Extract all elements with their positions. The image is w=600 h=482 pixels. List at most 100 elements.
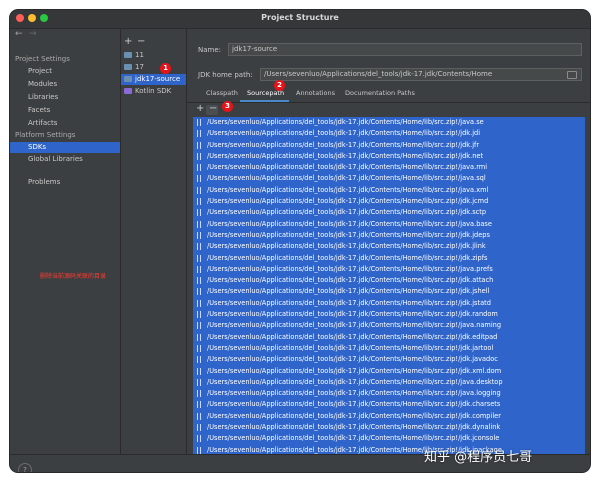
sdk-item-label: Kotlin SDK xyxy=(135,87,172,95)
sourcepath-entry: /Users/sevenluo/Applications/del_tools/j… xyxy=(207,208,487,217)
archive-root-icon xyxy=(197,446,201,454)
sourcepath-row[interactable]: /Users/sevenluo/Applications/del_tools/j… xyxy=(193,433,585,444)
sourcepath-row[interactable]: /Users/sevenluo/Applications/del_tools/j… xyxy=(193,366,585,377)
sourcepath-row[interactable]: /Users/sevenluo/Applications/del_tools/j… xyxy=(193,185,585,196)
sdk-item-kotlin-sdk[interactable]: Kotlin SDK xyxy=(121,86,186,97)
archive-root-icon xyxy=(197,435,201,443)
sdk-item-17[interactable]: 17 xyxy=(121,62,186,73)
sourcepath-entry: /Users/sevenluo/Applications/del_tools/j… xyxy=(207,253,488,262)
tab-annotations[interactable]: Annotations xyxy=(296,89,335,97)
sourcepath-entry: /Users/sevenluo/Applications/del_tools/j… xyxy=(207,287,490,296)
sourcepath-entry: /Users/sevenluo/Applications/del_tools/j… xyxy=(207,310,498,319)
sourcepath-row[interactable]: /Users/sevenluo/Applications/del_tools/j… xyxy=(193,275,585,286)
step-badge-3: 3 xyxy=(222,101,233,112)
sourcepath-row[interactable]: /Users/sevenluo/Applications/del_tools/j… xyxy=(193,128,585,139)
sourcepath-row[interactable]: /Users/sevenluo/Applications/del_tools/j… xyxy=(193,230,585,241)
sourcepath-row[interactable]: /Users/sevenluo/Applications/del_tools/j… xyxy=(193,422,585,433)
annotation-text: 删除当前源码关联的目录 xyxy=(40,273,107,280)
sidebar-item-global-libraries[interactable]: Global Libraries xyxy=(10,154,120,165)
archive-root-icon xyxy=(197,424,201,432)
sourcepath-row[interactable]: /Users/sevenluo/Applications/del_tools/j… xyxy=(193,162,585,173)
sourcepath-entry: /Users/sevenluo/Applications/del_tools/j… xyxy=(207,389,501,398)
sdk-list-panel: + − 11 17 jdk17-source Kotlin SDK 1 xyxy=(121,29,186,454)
sourcepath-row[interactable]: /Users/sevenluo/Applications/del_tools/j… xyxy=(193,298,585,309)
tab-bar-divider xyxy=(187,102,590,103)
archive-root-icon xyxy=(197,198,201,206)
archive-root-icon xyxy=(197,231,201,239)
kotlin-icon xyxy=(124,88,132,94)
sourcepath-entry: /Users/sevenluo/Applications/del_tools/j… xyxy=(207,264,493,273)
sourcepath-row[interactable]: /Users/sevenluo/Applications/del_tools/j… xyxy=(193,196,585,207)
sourcepath-row[interactable]: /Users/sevenluo/Applications/del_tools/j… xyxy=(193,377,585,388)
archive-root-icon xyxy=(197,344,201,352)
sourcepath-entry: /Users/sevenluo/Applications/del_tools/j… xyxy=(207,366,502,375)
sidebar-item-problems[interactable]: Problems xyxy=(10,177,120,188)
sdk-folder-icon xyxy=(124,64,132,70)
sourcepath-row[interactable]: /Users/sevenluo/Applications/del_tools/j… xyxy=(193,173,585,184)
project-settings-header: Project Settings xyxy=(15,55,70,63)
archive-root-icon xyxy=(197,356,201,364)
archive-root-icon xyxy=(197,378,201,386)
sourcepath-row[interactable]: /Users/sevenluo/Applications/del_tools/j… xyxy=(193,320,585,331)
browse-folder-icon[interactable] xyxy=(567,71,577,79)
sourcepath-entry: /Users/sevenluo/Applications/del_tools/j… xyxy=(207,423,501,432)
sourcepath-row[interactable]: /Users/sevenluo/Applications/del_tools/j… xyxy=(193,117,585,128)
add-path-button[interactable]: + xyxy=(196,103,204,114)
sidebar-item-facets[interactable]: Facets xyxy=(10,105,120,116)
sidebar-item-project[interactable]: Project xyxy=(10,66,120,77)
archive-root-icon xyxy=(197,119,201,126)
jdk-home-path-label: JDK home path: xyxy=(198,71,253,79)
title-bar: Project Structure xyxy=(10,10,590,29)
sdk-item-jdk17-source[interactable]: jdk17-source xyxy=(121,74,186,85)
sourcepath-row[interactable]: /Users/sevenluo/Applications/del_tools/j… xyxy=(193,411,585,422)
name-label: Name: xyxy=(198,46,222,54)
sourcepath-row[interactable]: /Users/sevenluo/Applications/del_tools/j… xyxy=(193,388,585,399)
sidebar-item-artifacts[interactable]: Artifacts xyxy=(10,118,120,129)
archive-root-icon xyxy=(197,220,201,228)
sourcepath-list[interactable]: /Users/sevenluo/Applications/del_tools/j… xyxy=(193,117,585,454)
sourcepath-row[interactable]: /Users/sevenluo/Applications/del_tools/j… xyxy=(193,309,585,320)
sourcepath-row[interactable]: /Users/sevenluo/Applications/del_tools/j… xyxy=(193,343,585,354)
jdk-home-path-value: /Users/sevenluo/Applications/del_tools/j… xyxy=(264,70,493,78)
sourcepath-entry: /Users/sevenluo/Applications/del_tools/j… xyxy=(207,242,486,251)
sourcepath-entry: /Users/sevenluo/Applications/del_tools/j… xyxy=(207,151,484,160)
remove-sdk-button[interactable]: − xyxy=(137,36,145,47)
sourcepath-row[interactable]: /Users/sevenluo/Applications/del_tools/j… xyxy=(193,332,585,343)
archive-root-icon xyxy=(197,277,201,285)
archive-root-icon xyxy=(197,390,201,398)
sidebar-item-modules[interactable]: Modules xyxy=(10,79,120,90)
tab-classpath[interactable]: Classpath xyxy=(206,89,238,97)
sdk-item-label: 17 xyxy=(135,63,144,71)
sourcepath-row[interactable]: /Users/sevenluo/Applications/del_tools/j… xyxy=(193,354,585,365)
jdk-home-path-field[interactable]: /Users/sevenluo/Applications/del_tools/j… xyxy=(260,68,582,81)
sourcepath-row[interactable]: /Users/sevenluo/Applications/del_tools/j… xyxy=(193,207,585,218)
sdk-folder-icon xyxy=(124,52,132,58)
remove-path-button[interactable]: − xyxy=(209,103,217,114)
add-sdk-button[interactable]: + xyxy=(124,36,132,47)
sourcepath-row[interactable]: /Users/sevenluo/Applications/del_tools/j… xyxy=(193,286,585,297)
sourcepath-entry: /Users/sevenluo/Applications/del_tools/j… xyxy=(207,343,494,352)
sidebar-item-libraries[interactable]: Libraries xyxy=(10,92,120,103)
back-arrow-icon[interactable]: ← xyxy=(15,29,23,39)
sourcepath-row[interactable]: /Users/sevenluo/Applications/del_tools/j… xyxy=(193,264,585,275)
sdk-item-11[interactable]: 11 xyxy=(121,50,186,61)
archive-root-icon xyxy=(197,367,201,375)
name-field[interactable]: jdk17-source xyxy=(228,43,582,56)
archive-root-icon xyxy=(197,141,201,149)
sourcepath-row[interactable]: /Users/sevenluo/Applications/del_tools/j… xyxy=(193,399,585,410)
watermark: 知乎 @程序员七哥 xyxy=(424,450,533,465)
sourcepath-entry: /Users/sevenluo/Applications/del_tools/j… xyxy=(207,332,498,341)
sourcepath-row[interactable]: /Users/sevenluo/Applications/del_tools/j… xyxy=(193,140,585,151)
archive-root-icon xyxy=(197,130,201,138)
archive-root-icon xyxy=(197,401,201,409)
archive-root-icon xyxy=(197,322,201,330)
sourcepath-row[interactable]: /Users/sevenluo/Applications/del_tools/j… xyxy=(193,151,585,162)
help-button[interactable]: ? xyxy=(18,463,32,472)
archive-root-icon xyxy=(197,288,201,296)
sourcepath-row[interactable]: /Users/sevenluo/Applications/del_tools/j… xyxy=(193,219,585,230)
sidebar-item-sdks[interactable]: SDKs xyxy=(10,142,120,153)
sourcepath-row[interactable]: /Users/sevenluo/Applications/del_tools/j… xyxy=(193,241,585,252)
sourcepath-row[interactable]: /Users/sevenluo/Applications/del_tools/j… xyxy=(193,253,585,264)
tab-documentation-paths[interactable]: Documentation Paths xyxy=(345,89,415,97)
forward-arrow-icon[interactable]: → xyxy=(29,29,37,39)
